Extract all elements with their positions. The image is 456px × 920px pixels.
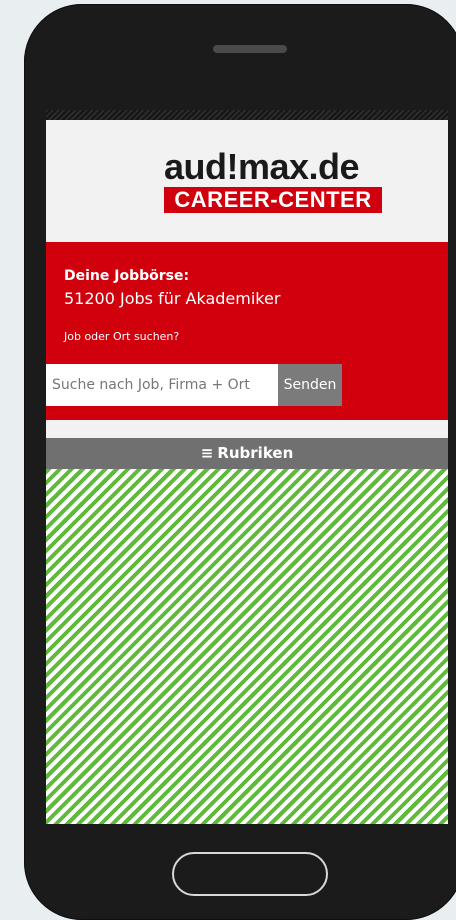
phone-frame: aud!max.de CAREER-CENTER Deine Jobbörse:… bbox=[24, 4, 456, 920]
phone-screen: aud!max.de CAREER-CENTER Deine Jobbörse:… bbox=[46, 110, 448, 824]
home-button[interactable] bbox=[172, 852, 328, 896]
categories-label: Rubriken bbox=[217, 444, 294, 462]
logo-wordmark: aud!max.de bbox=[164, 146, 360, 187]
search-prompt: Job oder Ort suchen? bbox=[64, 330, 180, 343]
send-button[interactable]: Senden bbox=[278, 364, 342, 406]
logo-career-center: CAREER-CENTER bbox=[164, 187, 382, 213]
hero-heading: Deine Jobbörse: bbox=[64, 268, 190, 284]
content-placeholder bbox=[46, 469, 448, 824]
speaker-grille bbox=[213, 45, 287, 53]
categories-menu-button[interactable]: ≡ Rubriken bbox=[46, 438, 448, 469]
hamburger-menu-icon: ≡ bbox=[200, 444, 214, 462]
jobs-count-text: 51200 Jobs für Akademiker bbox=[64, 289, 281, 308]
audimax-logo[interactable]: aud!max.de CAREER-CENTER bbox=[164, 148, 392, 213]
status-bar-stripe bbox=[46, 110, 448, 120]
job-search-hero: Deine Jobbörse: 51200 Jobs für Akademike… bbox=[46, 242, 448, 420]
search-input[interactable] bbox=[46, 364, 278, 406]
